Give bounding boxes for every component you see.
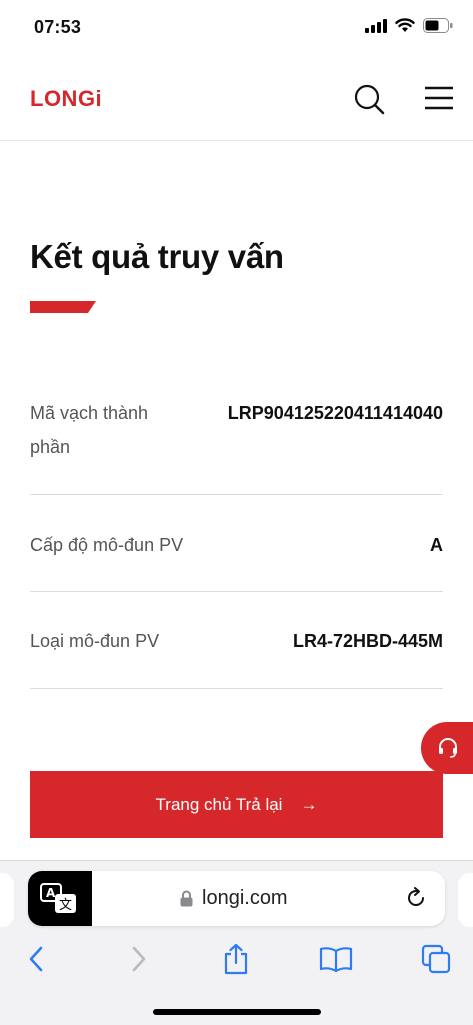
- status-time: 07:53: [34, 17, 82, 37]
- signal-icon: [365, 18, 387, 33]
- next-tab-peek[interactable]: [458, 873, 473, 927]
- result-row-module-grade: Cấp độ mô-đun PV A: [30, 495, 443, 592]
- search-icon[interactable]: [352, 82, 386, 116]
- url-text: longi.com: [202, 887, 288, 909]
- forward-icon: [132, 946, 146, 972]
- back-icon: [29, 946, 43, 972]
- longi-logo[interactable]: LONGi: [30, 86, 102, 112]
- battery-icon: [423, 18, 453, 33]
- back-to-home-button[interactable]: Trang chủ Trả lại →: [30, 771, 443, 838]
- status-bar: 07:53: [0, 0, 473, 56]
- share-button[interactable]: [214, 941, 258, 977]
- result-row-module-type: Loại mô-đun PV LR4-72HBD-445M: [30, 592, 443, 689]
- share-icon: [224, 943, 248, 975]
- row-value: LR4-72HBD-445M: [292, 631, 443, 651]
- home-indicator: [153, 1009, 321, 1015]
- svg-text:文: 文: [59, 898, 72, 913]
- row-label: Loại mô-đun PV: [30, 631, 160, 651]
- back-to-home-label: Trang chủ Trả lại: [155, 794, 283, 814]
- customer-support-button[interactable]: [421, 722, 473, 774]
- browser-toolbar: A 文 longi.com: [0, 860, 473, 1025]
- row-label: Cấp độ mô-đun PV: [30, 535, 184, 555]
- wifi-icon: [395, 18, 415, 32]
- tabs-icon: [421, 944, 451, 974]
- lock-icon: [180, 890, 193, 907]
- translate-button[interactable]: A 文: [28, 871, 92, 926]
- previous-tab-peek[interactable]: [0, 873, 14, 927]
- translate-icon: A 文: [40, 883, 76, 913]
- bookmarks-icon: [319, 947, 353, 972]
- title-accent-bar: [30, 301, 96, 313]
- site-header: LONGi: [0, 56, 473, 141]
- forward-button[interactable]: [117, 941, 161, 977]
- status-icons: [365, 18, 453, 33]
- address-bar[interactable]: A 文 longi.com: [28, 871, 445, 926]
- row-value: LRP904125220411414040: [227, 403, 443, 423]
- arrow-right-icon: →: [300, 794, 318, 814]
- svg-text:A: A: [46, 886, 56, 900]
- bookmarks-button[interactable]: [314, 941, 358, 977]
- row-label: Mã vạch thành phần: [30, 403, 149, 457]
- back-button[interactable]: [14, 941, 58, 977]
- reload-icon[interactable]: [404, 886, 428, 910]
- result-row-barcode: Mã vạch thành phần LRP904125220411414040: [30, 390, 443, 495]
- headset-icon: [439, 738, 457, 758]
- page-title: Kết quả truy vấn: [30, 238, 284, 275]
- hamburger-menu-icon[interactable]: [424, 84, 454, 112]
- tabs-button[interactable]: [414, 941, 458, 977]
- row-value: A: [430, 535, 443, 555]
